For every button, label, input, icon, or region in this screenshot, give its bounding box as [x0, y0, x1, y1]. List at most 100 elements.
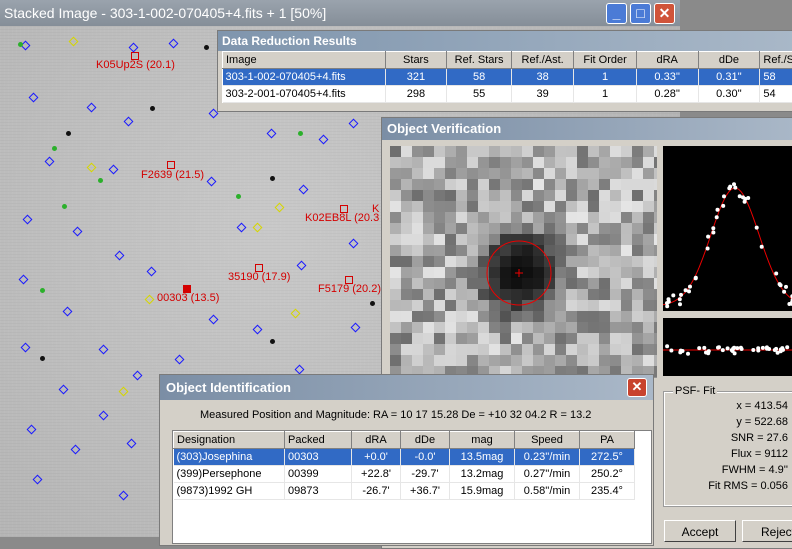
pixel: [478, 344, 489, 355]
cell: 13.2mag: [450, 466, 515, 483]
pixel: [555, 223, 566, 234]
column-header[interactable]: PA: [580, 432, 635, 449]
psf-sample-point: [679, 293, 683, 297]
close-button[interactable]: ✕: [627, 378, 647, 397]
pixel-zoom-view[interactable]: [390, 146, 657, 378]
pixel: [456, 322, 467, 333]
data-reduction-title: Data Reduction Results: [222, 34, 357, 48]
pixel: [511, 146, 522, 157]
pixel: [522, 267, 533, 278]
pixel: [500, 333, 511, 344]
minimize-button[interactable]: _: [606, 3, 627, 24]
pixel: [599, 245, 610, 256]
pixel: [511, 256, 522, 267]
accept-button[interactable]: Accept: [664, 520, 736, 542]
column-header[interactable]: Ref./Ast.: [511, 52, 573, 69]
table-row[interactable]: (303)Josephina 00303 +0.0' -0.0' 13.5mag…: [174, 449, 635, 466]
object-verification-titlebar[interactable]: Object Verification: [382, 118, 792, 140]
pixel: [500, 344, 511, 355]
column-header[interactable]: Ref. Stars: [447, 52, 512, 69]
close-button[interactable]: ✕: [654, 3, 675, 24]
column-header[interactable]: dRA: [636, 52, 698, 69]
pixel: [643, 201, 654, 212]
pixel: [445, 278, 456, 289]
pixel: [390, 333, 401, 344]
pixel: [654, 278, 657, 289]
pixel: [643, 146, 654, 157]
maximize-button[interactable]: □: [630, 3, 651, 24]
column-header[interactable]: Fit Order: [574, 52, 636, 69]
column-header[interactable]: Ref./S: [760, 52, 792, 69]
table-row[interactable]: 303-2-001-070405+4.fits 298 55 39 1 0.28…: [223, 86, 792, 103]
pixel: [566, 278, 577, 289]
column-header[interactable]: Image: [223, 52, 386, 69]
pixel: [632, 344, 643, 355]
star: [298, 131, 303, 136]
pixel: [401, 234, 412, 245]
pixel: [522, 157, 533, 168]
pixel: [588, 212, 599, 223]
column-header[interactable]: Packed: [285, 432, 352, 449]
residual-point: [679, 349, 683, 353]
pixel: [390, 223, 401, 234]
pixel: [434, 245, 445, 256]
column-header[interactable]: Stars: [385, 52, 447, 69]
pixel: [390, 146, 401, 157]
column-header[interactable]: mag: [450, 432, 515, 449]
pixel: [423, 289, 434, 300]
pixel: [478, 245, 489, 256]
pixel: [423, 201, 434, 212]
pixel: [544, 245, 555, 256]
residual-point: [706, 351, 710, 355]
pixel: [566, 168, 577, 179]
pixel: [522, 322, 533, 333]
pixel: [456, 212, 467, 223]
object-marker[interactable]: [167, 161, 175, 169]
column-header[interactable]: dDe: [698, 52, 760, 69]
table-row[interactable]: 303-1-002-070405+4.fits 321 58 38 1 0.33…: [223, 69, 792, 86]
pixel: [632, 234, 643, 245]
pixel: [643, 267, 654, 278]
pixel: [511, 300, 522, 311]
object-identification-title: Object Identification: [166, 380, 291, 395]
table-row[interactable]: (9873)1992 GH 09873 -26.7' +36.7' 15.9ma…: [174, 483, 635, 500]
data-reduction-titlebar[interactable]: Data Reduction Results: [218, 31, 792, 51]
pixel: [401, 278, 412, 289]
pixel: [610, 179, 621, 190]
star: [204, 45, 209, 50]
pixel: [445, 201, 456, 212]
pixel: [412, 355, 423, 366]
pixel: [610, 289, 621, 300]
pixel: [500, 355, 511, 366]
pixel: [555, 157, 566, 168]
column-header[interactable]: dDe: [401, 432, 450, 449]
pixel: [654, 355, 657, 366]
pixel: [445, 256, 456, 267]
object-identification-titlebar[interactable]: Object Identification: [160, 375, 653, 400]
column-header[interactable]: dRA: [352, 432, 401, 449]
psf-x: x = 413.54: [736, 400, 788, 412]
cell: 00303: [285, 449, 352, 466]
column-header[interactable]: Speed: [515, 432, 580, 449]
column-header[interactable]: Designation: [174, 432, 285, 449]
pixel: [478, 289, 489, 300]
psf-sample-point: [774, 272, 778, 276]
pixel: [434, 267, 445, 278]
pixel: [412, 267, 423, 278]
cell: 1: [574, 86, 636, 103]
pixel: [489, 245, 500, 256]
table-row[interactable]: (399)Persephone 00399 +22.8' -29.7' 13.2…: [174, 466, 635, 483]
pixel: [511, 179, 522, 190]
pixel: [555, 278, 566, 289]
pixel: [434, 179, 445, 190]
cell: 55: [447, 86, 512, 103]
stacked-image-title: Stacked Image - 303-1-002-070405+4.fits …: [4, 5, 326, 21]
pixel: [434, 289, 445, 300]
psf-fit-curve: [663, 188, 792, 305]
stacked-image-titlebar[interactable]: Stacked Image - 303-1-002-070405+4.fits …: [0, 0, 680, 26]
star: [52, 146, 57, 151]
pixel: [456, 278, 467, 289]
psf-sample-point: [665, 304, 669, 308]
pixel: [610, 355, 621, 366]
reject-button[interactable]: Reject: [742, 520, 792, 542]
